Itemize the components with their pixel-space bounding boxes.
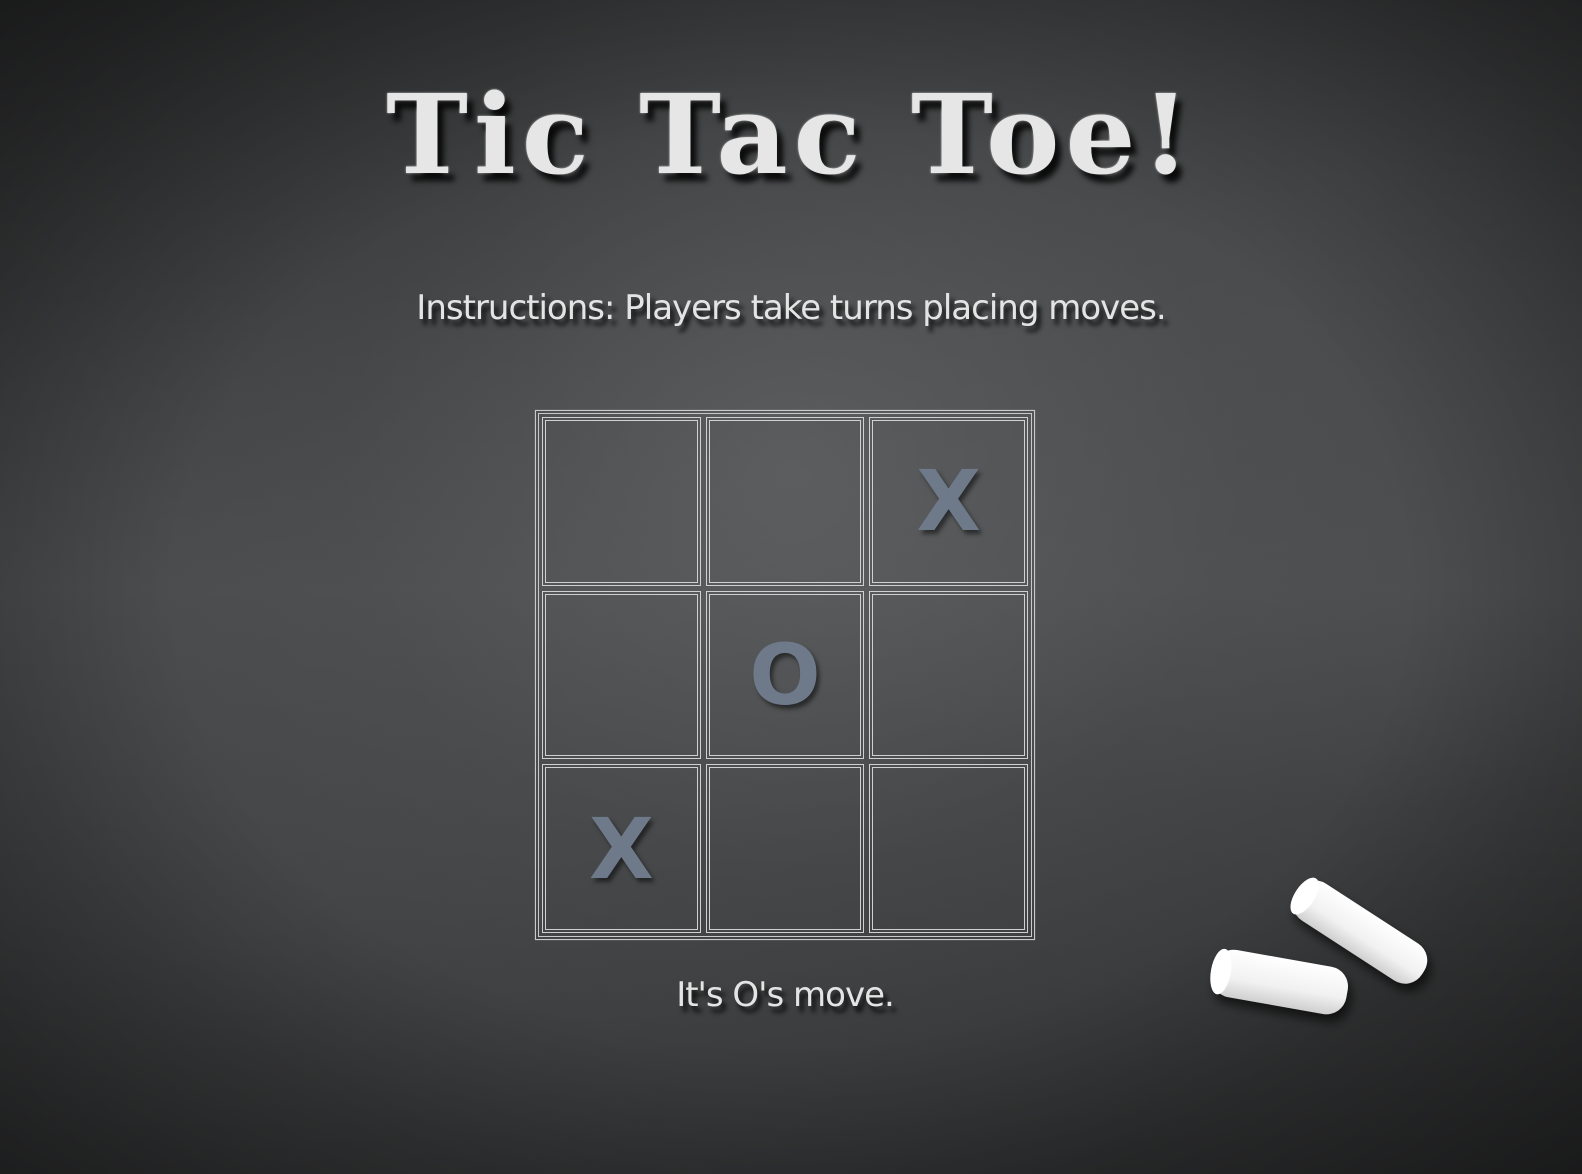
instructions-text: Instructions: Players take turns placing…	[416, 288, 1166, 328]
board-cell-9[interactable]	[869, 764, 1028, 933]
board-cell-2[interactable]	[705, 417, 865, 586]
board-cell-3[interactable]: X	[869, 417, 1028, 586]
board-cell-1[interactable]	[542, 417, 701, 586]
board-cell-5[interactable]: O	[705, 590, 865, 760]
board-cell-8[interactable]	[705, 764, 865, 933]
board-cell-7[interactable]: X	[542, 764, 701, 933]
game-title: Tic Tac Toe!	[386, 70, 1196, 199]
board-cell-6[interactable]	[869, 590, 1028, 760]
game-board: X O X	[535, 410, 1035, 940]
board-cell-4[interactable]	[542, 590, 701, 760]
cell-mark: O	[749, 625, 821, 724]
cell-mark: X	[588, 799, 654, 898]
cell-mark: X	[916, 452, 982, 551]
chalk-sticks-icon	[1210, 877, 1428, 1015]
